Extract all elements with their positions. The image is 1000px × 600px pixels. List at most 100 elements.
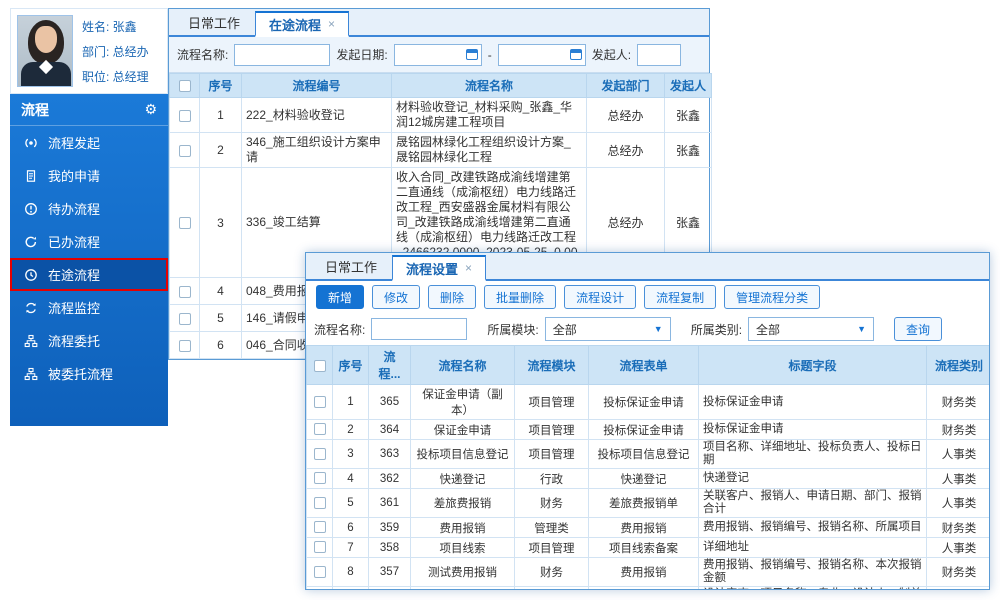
table-row[interactable]: 6359费用报销管理类费用报销费用报销、报销编号、报销名称、所属项目财务类 — [307, 518, 991, 538]
checkbox-cell — [307, 469, 333, 489]
sidebar-item-delegate[interactable]: 流程委托 — [10, 324, 168, 357]
table-row[interactable]: 8357测试费用报销财务费用报销费用报销、报销编号、报销名称、本次报销金额财务类 — [307, 558, 991, 587]
table-row[interactable]: 1365保证金申请（副本）项目管理投标保证金申请投标保证金申请财务类 — [307, 385, 991, 420]
w2-table: 序号 流程... 流程名称 流程模块 流程表单 标题字段 流程类别 1365保证… — [306, 345, 990, 590]
sidebar-item-process-start[interactable]: 流程发起 — [10, 126, 168, 159]
tab-daily-work[interactable]: 日常工作 — [175, 9, 253, 35]
tab-in-transit[interactable]: 在途流程 × — [255, 11, 349, 37]
cell-no: 5 — [200, 305, 242, 332]
row-checkbox[interactable] — [314, 521, 326, 533]
sidebar-item-my-requests[interactable]: 我的申请 — [10, 159, 168, 192]
col-header-code[interactable]: 流程... — [369, 346, 411, 385]
cell-no: 2 — [333, 420, 369, 440]
initiator-input[interactable] — [637, 44, 681, 66]
col-header-dept[interactable]: 发起部门 — [587, 74, 665, 98]
process-name-input[interactable] — [234, 44, 330, 66]
select-all-checkbox[interactable] — [314, 360, 326, 372]
user-profile-card: 姓名: 张鑫 部门: 总经办 职位: 总经理 — [10, 8, 168, 94]
cell-module: 项目管理 — [515, 587, 589, 591]
cell-category: 人事类 — [927, 587, 991, 591]
sidebar-header: 流程 ⚙ — [10, 94, 168, 126]
row-checkbox[interactable] — [179, 110, 191, 122]
col-header-title-field[interactable]: 标题字段 — [699, 346, 927, 385]
cell-no: 9 — [333, 587, 369, 591]
date-from-input[interactable] — [394, 44, 482, 66]
calendar-icon[interactable] — [570, 49, 582, 60]
sidebar-item-monitor[interactable]: 流程监控 — [10, 291, 168, 324]
row-checkbox[interactable] — [179, 286, 191, 298]
table-row[interactable]: 4362快递登记行政快递登记快递登记人事类 — [307, 469, 991, 489]
module-select[interactable]: 全部 ▼ — [545, 317, 671, 341]
table-row[interactable]: 2364保证金申请项目管理投标保证金申请投标保证金申请财务类 — [307, 420, 991, 440]
close-icon[interactable]: × — [328, 17, 335, 31]
cell-module: 行政 — [515, 469, 589, 489]
cell-no: 3 — [333, 440, 369, 469]
tab-process-settings[interactable]: 流程设置 × — [392, 255, 486, 281]
category-select[interactable]: 全部 ▼ — [748, 317, 874, 341]
cell-person: 张鑫 — [665, 98, 712, 133]
delegated-icon — [22, 367, 40, 381]
batch-delete-button[interactable]: 批量删除 — [484, 285, 556, 309]
cell-no: 1 — [200, 98, 242, 133]
select-all-checkbox[interactable] — [179, 80, 191, 92]
w2-table-body: 1365保证金申请（副本）项目管理投标保证金申请投标保证金申请财务类2364保证… — [307, 385, 991, 591]
sidebar-item-delegated-to-me[interactable]: 被委托流程 — [10, 357, 168, 390]
calendar-icon[interactable] — [466, 49, 478, 60]
close-icon[interactable]: × — [465, 261, 472, 275]
cell-name: 投标项目信息登记 — [411, 440, 515, 469]
profile-title: 职位: 总经理 — [82, 68, 149, 85]
col-header-form[interactable]: 流程表单 — [589, 346, 699, 385]
col-header-name[interactable]: 流程名称 — [392, 74, 587, 98]
row-checkbox[interactable] — [314, 497, 326, 509]
start-date-label: 发起日期: — [336, 46, 387, 63]
cell-no: 4 — [200, 278, 242, 305]
search-button[interactable]: 查询 — [894, 317, 942, 341]
add-button[interactable]: 新增 — [316, 285, 364, 309]
row-checkbox[interactable] — [179, 340, 191, 352]
cell-name: 费用报销 — [411, 518, 515, 538]
sidebar-item-todo[interactable]: 待办流程 — [10, 192, 168, 225]
table-row[interactable]: 9356设计审查项目管理设计审查设计审查、项目名称、专业、设计人、制单日期人事类 — [307, 587, 991, 591]
sidebar-item-done[interactable]: 已办流程 — [10, 225, 168, 258]
row-checkbox[interactable] — [314, 396, 326, 408]
gear-icon[interactable]: ⚙ — [144, 101, 157, 118]
table-row[interactable]: 1222_材料验收登记材料验收登记_材料采购_张鑫_华润12城房建工程项目总经办… — [170, 98, 712, 133]
delegate-icon — [22, 334, 40, 348]
col-header-no[interactable]: 序号 — [333, 346, 369, 385]
row-checkbox[interactable] — [179, 145, 191, 157]
cell-title: 费用报销、报销编号、报销名称、本次报销金额 — [699, 558, 927, 587]
sidebar-item-in-transit[interactable]: 在途流程 — [10, 258, 168, 291]
manage-category-button[interactable]: 管理流程分类 — [724, 285, 820, 309]
edit-button[interactable]: 修改 — [372, 285, 420, 309]
process-copy-button[interactable]: 流程复制 — [644, 285, 716, 309]
table-row[interactable]: 7358项目线索项目管理项目线索备案详细地址人事类 — [307, 538, 991, 558]
table-row[interactable]: 5361差旅费报销财务差旅费报销单关联客户、报销人、申请日期、部门、报销合计人事… — [307, 489, 991, 518]
col-header-no[interactable]: 序号 — [200, 74, 242, 98]
col-header-name[interactable]: 流程名称 — [411, 346, 515, 385]
profile-photo — [17, 15, 73, 87]
tab-label: 日常工作 — [325, 257, 377, 276]
cell-code: 359 — [369, 518, 411, 538]
row-checkbox[interactable] — [179, 313, 191, 325]
table-row[interactable]: 2346_施工组织设计方案申请晟铭园林绿化工程组织设计方案_晟铭园林绿化工程总经… — [170, 133, 712, 168]
row-checkbox[interactable] — [179, 217, 191, 229]
process-name-input[interactable] — [371, 318, 467, 340]
process-design-button[interactable]: 流程设计 — [564, 285, 636, 309]
sidebar-item-label: 流程委托 — [48, 331, 100, 350]
col-header-module[interactable]: 流程模块 — [515, 346, 589, 385]
sidebar-item-label: 流程监控 — [48, 298, 100, 317]
cell-no: 6 — [200, 332, 242, 359]
tab-daily-work-2[interactable]: 日常工作 — [312, 253, 390, 279]
col-header-code[interactable]: 流程编号 — [242, 74, 392, 98]
cell-category: 财务类 — [927, 558, 991, 587]
row-checkbox[interactable] — [314, 472, 326, 484]
col-header-person[interactable]: 发起人 — [665, 74, 712, 98]
date-to-input[interactable] — [498, 44, 586, 66]
row-checkbox[interactable] — [314, 448, 326, 460]
col-header-category[interactable]: 流程类别 — [927, 346, 991, 385]
row-checkbox[interactable] — [314, 423, 326, 435]
table-row[interactable]: 3363投标项目信息登记项目管理投标项目信息登记项目名称、详细地址、投标负责人、… — [307, 440, 991, 469]
row-checkbox[interactable] — [314, 541, 326, 553]
row-checkbox[interactable] — [314, 566, 326, 578]
delete-button[interactable]: 删除 — [428, 285, 476, 309]
